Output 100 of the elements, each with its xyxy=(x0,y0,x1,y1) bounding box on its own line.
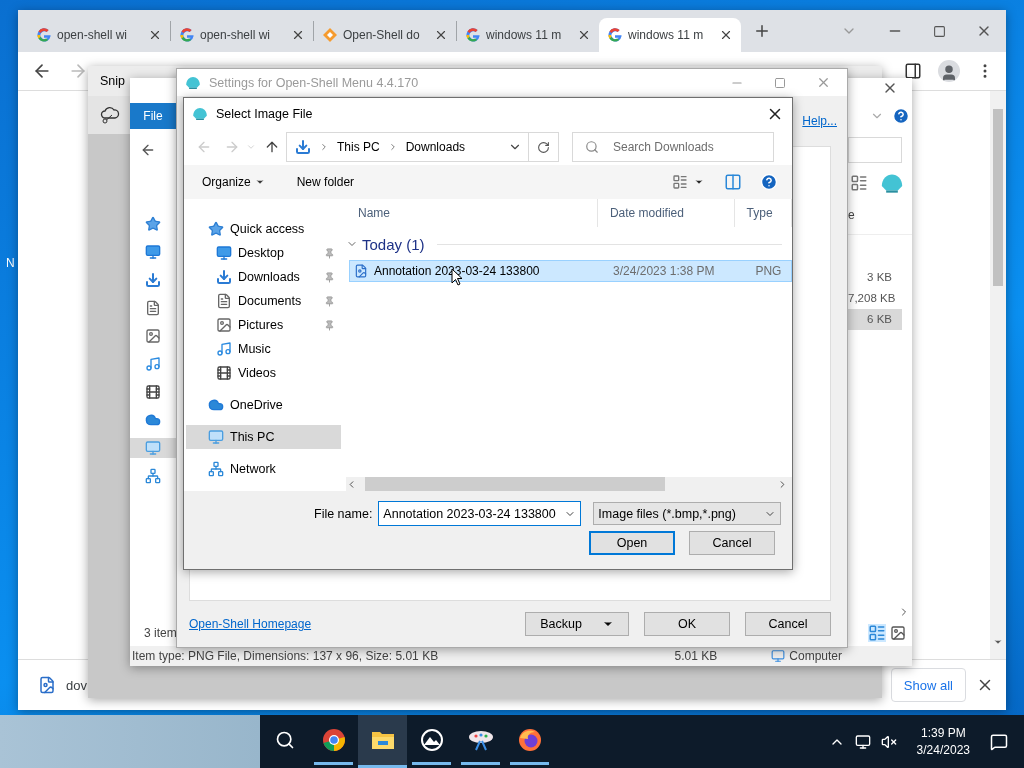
taskbar-app-button[interactable] xyxy=(358,715,407,768)
film-icon xyxy=(216,365,232,381)
preview-pane-icon[interactable] xyxy=(724,173,742,191)
homepage-link[interactable]: Open-Shell Homepage xyxy=(189,617,312,631)
nav-pane-item[interactable]: Downloads xyxy=(186,265,341,289)
window-title: Snip xyxy=(100,74,126,88)
breadcrumb[interactable]: This PC xyxy=(337,140,380,154)
network-icon xyxy=(208,461,224,477)
horizontal-scrollbar[interactable] xyxy=(346,477,792,491)
picture-icon xyxy=(216,317,232,333)
star-icon xyxy=(145,216,161,232)
profile-avatar[interactable] xyxy=(938,60,960,82)
side-panel-icon[interactable] xyxy=(904,62,922,80)
nav-pane-item[interactable]: Videos xyxy=(186,361,341,385)
new-tab-icon[interactable] xyxy=(753,22,771,40)
google-favicon-icon xyxy=(607,27,623,43)
music-note-icon xyxy=(216,341,232,357)
firefox-icon xyxy=(517,728,542,752)
browser-tab[interactable]: windows 11 m xyxy=(457,18,599,52)
file-type-dropdown[interactable]: Image files (*.bmp,*.png) xyxy=(593,502,782,525)
help-icon[interactable] xyxy=(760,173,778,191)
thumbnail-view-icon[interactable] xyxy=(890,625,906,641)
desktop-icon xyxy=(216,245,232,261)
network-icon xyxy=(145,468,161,484)
file-name-field[interactable]: Annotation 2023-03-24 133800 xyxy=(378,501,582,526)
clock[interactable]: 1:39 PM 3/24/2023 xyxy=(916,726,970,757)
file-ribbon-tab[interactable]: File xyxy=(130,103,176,129)
nav-pane-item[interactable]: Desktop xyxy=(186,241,341,265)
image-file-icon xyxy=(354,264,368,278)
status-details: Item type: PNG File, Dimensions: 137 x 96, Size: 5.01 KB xyxy=(132,649,439,663)
computer-icon xyxy=(771,649,786,663)
show-all-button[interactable]: Show all xyxy=(890,668,966,702)
document-icon xyxy=(216,293,232,309)
browser-tab[interactable]: open-shell wi xyxy=(171,18,313,52)
nav-pane-item[interactable]: Music xyxy=(186,337,341,361)
search-field[interactable] xyxy=(848,137,902,163)
scrollbar[interactable] xyxy=(990,91,1006,659)
file-size-cell-text: 7,208 KB xyxy=(848,291,897,306)
notifications-icon[interactable] xyxy=(990,732,1008,751)
scrollbar-thumb[interactable] xyxy=(993,109,1003,286)
film-icon xyxy=(145,384,161,400)
download-icon xyxy=(295,139,311,155)
breadcrumb[interactable]: Downloads xyxy=(405,140,466,154)
address-bar[interactable]: This PC Downloads xyxy=(286,132,529,162)
view-icon[interactable] xyxy=(850,174,868,192)
nav-pane-item[interactable]: OneDrive xyxy=(186,393,341,417)
dialog-button[interactable]: Cancel xyxy=(689,531,775,555)
close-icon[interactable] xyxy=(719,28,733,42)
close-icon[interactable] xyxy=(434,28,448,42)
seashell-icon xyxy=(185,75,201,90)
close-icon[interactable] xyxy=(148,28,162,42)
muted-speaker-icon[interactable] xyxy=(880,733,897,750)
desktop-icon-label: N xyxy=(6,256,15,270)
scroll-down-icon xyxy=(993,637,1003,647)
dialog-button[interactable]: Open xyxy=(589,531,675,555)
file-size-cell: 6 KB xyxy=(848,309,902,330)
refresh-button[interactable] xyxy=(529,132,559,162)
command-button[interactable]: New folder xyxy=(278,175,369,189)
nav-pane-item[interactable]: Quick access xyxy=(186,217,341,241)
caret-icon[interactable] xyxy=(694,177,704,187)
view-options-icon[interactable] xyxy=(672,174,688,190)
computer-icon xyxy=(208,429,224,445)
command-button[interactable]: Organize xyxy=(184,175,279,189)
chevron-right-icon xyxy=(319,142,329,152)
nav-pane-item[interactable]: Documents xyxy=(186,289,341,313)
palette-icon xyxy=(466,728,495,752)
close-icon[interactable] xyxy=(577,28,591,42)
image-file-icon xyxy=(38,676,56,694)
network-icon[interactable] xyxy=(854,733,871,750)
search-field[interactable]: Search Downloads xyxy=(572,132,774,162)
download-icon xyxy=(216,269,232,285)
close-icon[interactable] xyxy=(291,28,305,42)
column-header[interactable]: Type xyxy=(734,199,792,227)
chrome-icon xyxy=(321,728,346,752)
cloud-scissors-icon xyxy=(100,106,120,124)
status-size: 5.01 KB xyxy=(674,649,718,663)
maximize-icon[interactable] xyxy=(774,76,786,89)
nav-pane-item[interactable]: This PC xyxy=(186,425,341,449)
download-file-name[interactable]: dov xyxy=(66,677,87,693)
dialog-button[interactable]: OK xyxy=(644,612,730,636)
dialog-button[interactable]: Cancel xyxy=(745,612,831,636)
computer-icon xyxy=(145,440,161,456)
column-header[interactable]: Date modified xyxy=(597,199,735,227)
group-header[interactable]: Today (1) xyxy=(346,228,782,260)
google-favicon-icon xyxy=(465,27,481,43)
maximize-icon[interactable] xyxy=(933,24,946,38)
nav-pane-item[interactable]: Network xyxy=(186,457,341,481)
file-row[interactable]: Annotation 2023-03-24 133800 3/24/2023 1:38 PM PNG xyxy=(349,260,792,282)
browser-tab[interactable]: open-shell wi xyxy=(28,18,170,52)
help-icon[interactable] xyxy=(892,107,910,125)
column-header[interactable]: Name xyxy=(346,199,598,227)
browser-tab[interactable]: Open-Shell do xyxy=(314,18,456,52)
backup-button[interactable]: Backup xyxy=(525,612,629,636)
help-link[interactable]: Help... xyxy=(802,114,837,134)
search-icon xyxy=(585,140,599,154)
browser-tab[interactable]: windows 11 m xyxy=(599,18,741,52)
nav-pane-item[interactable]: Pictures xyxy=(186,313,341,337)
dialog-title: Select Image File xyxy=(216,106,313,121)
caret-icon xyxy=(254,177,265,187)
star-icon xyxy=(208,221,224,237)
